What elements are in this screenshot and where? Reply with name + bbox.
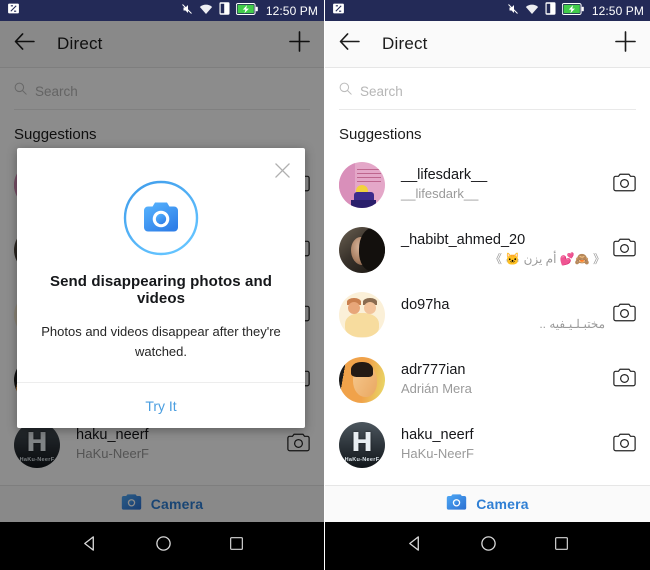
nav-recents-icon[interactable]	[229, 536, 244, 556]
suggestions-list: __lifesdark__ __lifesdark__ _habibt_ahme…	[325, 152, 650, 477]
status-bar-clock: 12:50 PM	[265, 3, 318, 18]
dual-sim-icon	[545, 1, 556, 20]
nav-home-icon[interactable]	[155, 535, 172, 557]
list-item-names: __lifesdark__ __lifesdark__	[401, 166, 605, 204]
nav-home-icon[interactable]	[480, 535, 497, 557]
fullname: مختبـلـيـفيه ..	[539, 316, 605, 331]
nfc-icon	[7, 2, 20, 20]
username: _habibt_ahmed_20	[401, 232, 526, 249]
list-item[interactable]: H HaKu-NeerF haku_neerf HaKu-NeerF	[325, 412, 650, 477]
fullname: Adrián Mera	[401, 381, 472, 397]
camera-icon	[446, 493, 467, 516]
camera-bar[interactable]: Camera	[325, 485, 650, 522]
list-item[interactable]: adr777ian Adrián Mera	[325, 347, 650, 412]
avatar	[339, 226, 385, 273]
camera-icon[interactable]	[605, 173, 636, 197]
camera-circle-icon	[39, 179, 283, 257]
status-bar: 12:50 PM	[0, 0, 324, 21]
android-nav-bar	[325, 522, 650, 570]
nav-back-icon[interactable]	[81, 535, 98, 557]
app-bar: Direct	[325, 21, 650, 68]
dialog-heading: Send disappearing photos and videos	[50, 273, 272, 307]
search-input[interactable]: Search	[339, 82, 636, 110]
avatar: H HaKu-NeerF	[339, 421, 385, 468]
nav-recents-icon[interactable]	[554, 536, 569, 556]
camera-icon[interactable]	[605, 433, 636, 457]
avatar-letter: H	[351, 427, 373, 458]
camera-bar-label: Camera	[476, 496, 529, 512]
username: haku_neerf	[401, 426, 474, 443]
list-item[interactable]: __lifesdark__ __lifesdark__	[325, 152, 650, 217]
battery-charging-icon	[235, 2, 258, 20]
list-item-names: _habibt_ahmed_20 《 🙈💕 أم يزن 🐱 》	[401, 231, 605, 267]
camera-icon[interactable]	[605, 238, 636, 262]
status-bar: 12:50 PM	[325, 0, 650, 21]
list-item-names: adr777ian Adrián Mera	[401, 361, 605, 399]
android-nav-bar	[0, 522, 324, 570]
vibrate-mute-icon	[507, 2, 519, 20]
phone-screen-left: 12:50 PM Direct Search Suggestions H HaK…	[0, 0, 325, 570]
suggestions-heading: Suggestions	[339, 126, 422, 143]
dialog-body: Send disappearing photos and videos Phot…	[17, 148, 305, 382]
vibrate-mute-icon	[181, 2, 193, 20]
status-bar-left-icons	[332, 2, 345, 20]
search-container: Search	[325, 68, 650, 110]
avatar-caption: HaKu-NeerF	[344, 456, 380, 463]
status-bar-right-icons: 12:50 PM	[181, 1, 318, 20]
camera-icon[interactable]	[605, 303, 636, 327]
avatar	[339, 161, 385, 208]
status-bar-left-icons	[7, 2, 20, 20]
wifi-icon	[525, 2, 539, 20]
fullname: HaKu-NeerF	[401, 446, 474, 462]
fullname: __lifesdark__	[401, 186, 479, 202]
status-bar-clock: 12:50 PM	[591, 3, 644, 18]
username: __lifesdark__	[401, 166, 488, 183]
username: adr777ian	[401, 361, 466, 378]
dual-sim-icon	[219, 1, 230, 20]
back-arrow-icon[interactable]	[339, 33, 360, 55]
avatar	[339, 291, 385, 338]
list-item-names: haku_neerf HaKu-NeerF	[401, 426, 605, 464]
phone-screen-right: 12:50 PM Direct Search Suggestions __lif…	[325, 0, 650, 570]
battery-charging-icon	[561, 2, 584, 20]
wifi-icon	[199, 2, 213, 20]
search-icon	[339, 82, 352, 100]
camera-icon[interactable]	[605, 368, 636, 392]
nfc-icon	[332, 2, 345, 20]
try-it-button[interactable]: Try It	[17, 383, 305, 428]
username: do97ha	[401, 297, 450, 314]
status-bar-right-icons: 12:50 PM	[507, 1, 644, 20]
nav-back-icon[interactable]	[406, 535, 423, 557]
list-item[interactable]: do97ha مختبـلـيـفيه ..	[325, 282, 650, 347]
fullname: 《 🙈💕 أم يزن 🐱 》	[489, 251, 605, 266]
page-title: Direct	[382, 34, 428, 53]
search-placeholder: Search	[360, 83, 403, 99]
list-item-names: do97ha مختبـلـيـفيه ..	[401, 296, 605, 332]
list-item[interactable]: _habibt_ahmed_20 《 🙈💕 أم يزن 🐱 》	[325, 217, 650, 282]
avatar	[339, 356, 385, 403]
close-icon[interactable]	[269, 157, 295, 183]
dialog-message: Photos and videos disappear after they'r…	[41, 324, 281, 360]
new-message-plus-icon[interactable]	[615, 31, 636, 57]
dual-screenshot-container: 12:50 PM Direct Search Suggestions H HaK…	[0, 0, 650, 570]
disappearing-media-dialog: Send disappearing photos and videos Phot…	[17, 148, 305, 429]
